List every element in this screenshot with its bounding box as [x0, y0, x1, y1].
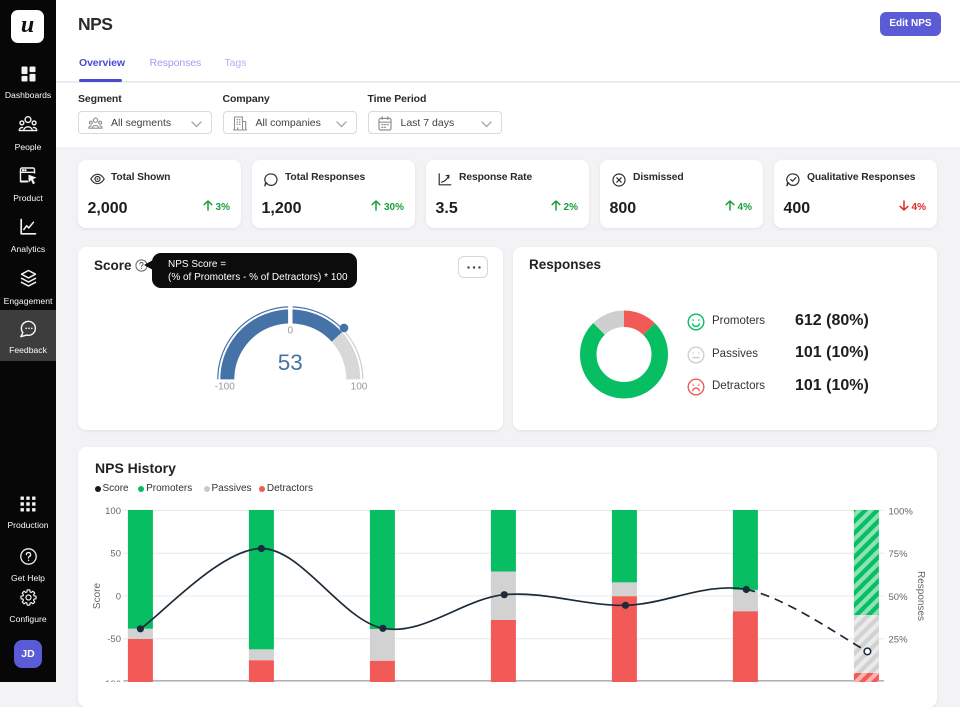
svg-text:53: 53 [278, 350, 303, 375]
svg-text:50%: 50% [889, 592, 909, 603]
svg-text:50: 50 [110, 549, 121, 560]
svg-text:0: 0 [288, 326, 294, 337]
svg-text:0: 0 [116, 591, 121, 602]
svg-text:Responses: Responses [915, 571, 926, 621]
svg-text:-100: -100 [215, 382, 235, 393]
svg-text:Score: Score [92, 583, 103, 610]
svg-text:100: 100 [351, 382, 368, 393]
svg-text:25%: 25% [889, 635, 909, 646]
svg-text:75%: 75% [889, 549, 909, 560]
svg-text:-50: -50 [107, 634, 121, 645]
svg-text:100%: 100% [889, 507, 914, 518]
svg-text:100: 100 [105, 506, 121, 517]
